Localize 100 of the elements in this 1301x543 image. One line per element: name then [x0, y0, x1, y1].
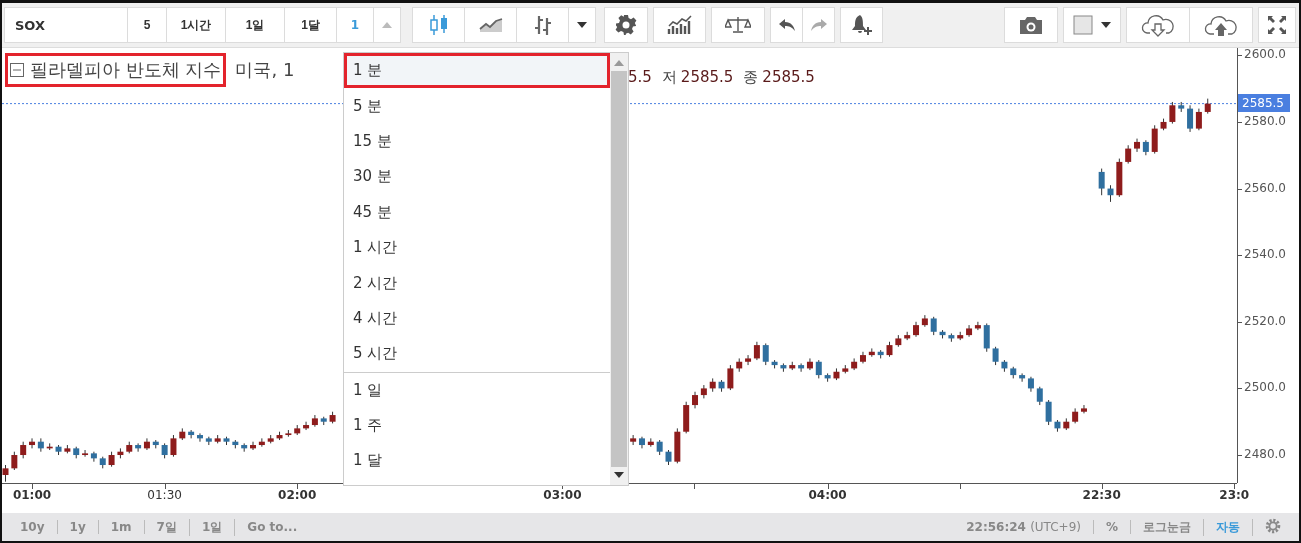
color-swatch-icon [1073, 15, 1093, 35]
legend-title: 필라델피아 반도체 지수 [30, 58, 222, 82]
cloud-upload-icon [1204, 13, 1238, 37]
candle [824, 372, 831, 383]
candle [771, 359, 778, 369]
time-axis-label: 01:30 [147, 488, 182, 502]
time-axis-label: 01:00 [12, 488, 52, 502]
symbol-field[interactable]: SOX [4, 7, 128, 43]
menu-item[interactable]: 4 시간 [344, 300, 610, 337]
interval-button[interactable]: 1달 [284, 7, 337, 43]
candle [842, 364, 849, 374]
chart-style-button[interactable] [412, 7, 465, 43]
price-value: 2585.5 [680, 68, 734, 87]
candle [886, 341, 893, 358]
candle [285, 429, 292, 438]
dropdown-button[interactable] [568, 7, 596, 43]
settings-icon [615, 14, 637, 36]
price-axis-label: 2480.0 [1244, 447, 1286, 461]
caret-down-icon [1101, 22, 1111, 28]
chart-style-button[interactable] [516, 7, 569, 43]
time-axis-label: 04:00 [808, 488, 847, 502]
bar-chart-icon [666, 15, 693, 35]
candle [1116, 158, 1123, 198]
candle [948, 332, 955, 343]
undo-button[interactable] [770, 7, 803, 43]
candle [1125, 144, 1132, 165]
interval-button[interactable]: 5 [127, 7, 167, 43]
candle [37, 437, 44, 453]
candle [904, 331, 911, 341]
candle [161, 442, 168, 459]
candle [152, 439, 159, 449]
cloud-upload-button[interactable] [1189, 7, 1253, 43]
settings-button[interactable] [604, 7, 648, 43]
candle [205, 436, 212, 446]
menu-item[interactable]: 1 주 [344, 407, 610, 444]
candle [55, 444, 62, 456]
menu-item[interactable]: 30 분 [344, 159, 610, 195]
caret-up-icon [382, 22, 392, 28]
candle [1001, 359, 1008, 373]
candlestick-icon [428, 13, 449, 37]
candle [700, 384, 707, 399]
candle [683, 401, 690, 434]
candle [117, 447, 124, 459]
menu-item[interactable]: 5 분 [344, 88, 610, 124]
chart-style-button[interactable] [464, 7, 517, 43]
price-field-label: 저 [661, 68, 677, 87]
color-picker-button[interactable] [1063, 7, 1121, 43]
candle [1098, 168, 1105, 196]
menu-item[interactable]: 45 분 [344, 194, 610, 230]
candle [957, 331, 964, 341]
legend-exchange: 미국, 1 [235, 58, 295, 82]
candle [1178, 101, 1185, 113]
candle [188, 429, 195, 439]
indicators-button[interactable] [653, 7, 706, 43]
scrollbar[interactable] [610, 53, 628, 485]
collapse-icon[interactable] [10, 63, 24, 77]
price-axis-label: 2560.0 [1244, 180, 1286, 195]
candle [232, 439, 239, 449]
candle [913, 321, 919, 338]
clock: 22:56:24 (UTC+9) [954, 520, 1094, 534]
menu-item[interactable]: 1 시간 [344, 229, 610, 266]
candle [665, 449, 672, 466]
interval-button[interactable]: 1일 [225, 7, 285, 43]
candle [877, 349, 884, 359]
menu-item[interactable]: 1 달 [344, 443, 610, 479]
candle [29, 437, 35, 449]
candle [20, 441, 27, 459]
candle [250, 441, 256, 451]
price-axis-label: 2500.0 [1244, 380, 1286, 395]
candle [223, 436, 230, 446]
screenshot-button[interactable] [1004, 7, 1058, 43]
menu-item[interactable]: 2 시간 [344, 265, 610, 301]
cloud-download-button[interactable] [1126, 7, 1190, 43]
candle [1169, 101, 1176, 125]
settings-icon [1265, 517, 1281, 534]
price-field-label: 종 [743, 68, 759, 87]
add-alert-button[interactable] [840, 7, 883, 43]
candle [895, 334, 902, 348]
menu-item[interactable]: 15 분 [344, 123, 610, 160]
menu-item[interactable]: 5 시간 [344, 336, 610, 372]
candle [939, 329, 946, 339]
camera-icon [1018, 15, 1044, 35]
candle [11, 451, 18, 471]
candle [736, 357, 743, 373]
candle [1045, 399, 1052, 426]
candle [179, 427, 186, 441]
balance-scale-icon [725, 16, 751, 34]
candle [815, 359, 822, 379]
menu-item[interactable]: 1 일 [344, 372, 610, 408]
scroll-down-icon[interactable] [614, 471, 624, 479]
candle [126, 441, 133, 454]
interval-button[interactable]: 1시간 [166, 7, 226, 43]
scrollbar-thumb[interactable] [611, 71, 627, 467]
candle [294, 424, 301, 436]
menu-item[interactable]: 1 분 [344, 53, 610, 89]
candle [2, 464, 9, 483]
candle [992, 346, 999, 366]
compare-button[interactable] [711, 7, 765, 43]
fullscreen-button[interactable] [1258, 7, 1296, 43]
fullscreen-icon [1267, 15, 1287, 35]
